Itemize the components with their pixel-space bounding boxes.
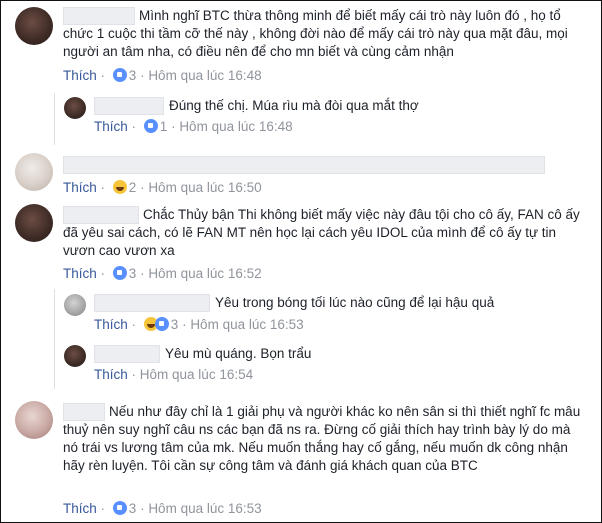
like-button[interactable]: Thích [63,68,97,83]
reply-text: Yêu mù quáng. Bọn trẩu [165,346,312,361]
reply-indent-line [54,289,55,389]
like-button[interactable]: Thích [63,180,97,195]
like-reaction-icon[interactable] [112,266,127,280]
avatar[interactable] [15,153,53,191]
timestamp[interactable]: Hôm qua lúc 16:48 [148,68,261,83]
comment-actions: Thích · Hôm qua lúc 16:54 [94,367,254,382]
comment-actions: Thích · 2 · Hôm qua lúc 16:50 [63,180,262,195]
redacted-username [94,294,210,312]
like-button[interactable]: Thích [94,317,128,332]
avatar[interactable] [15,401,53,439]
like-button[interactable]: Thích [63,501,97,516]
redacted-username [94,345,160,363]
redacted-username [63,156,545,174]
reply-text: Yêu trong bóng tối lúc nào cũng để lại h… [215,295,495,310]
timestamp[interactable]: Hôm qua lúc 16:48 [179,119,292,134]
redacted-username [94,97,164,115]
comment-text: Nếu như đây chỉ là 1 giải phụ và người k… [63,404,581,473]
avatar[interactable] [15,7,53,45]
reaction-count[interactable]: 2 [129,180,137,195]
reaction-count[interactable]: 3 [129,501,137,516]
like-reaction-icon[interactable] [112,501,127,515]
reaction-count[interactable]: 3 [171,317,179,332]
comment-actions: Thích · 3 · Hôm qua lúc 16:52 [63,266,262,281]
timestamp[interactable]: Hôm qua lúc 16:53 [148,501,261,516]
timestamp[interactable]: Hôm qua lúc 16:53 [190,317,303,332]
haha-reaction-icon[interactable] [112,180,127,194]
comment-text: Chắc Thủy bận Thi không biết mấy việc nà… [63,207,580,258]
like-reaction-icon[interactable] [112,68,127,82]
comment-actions: Thích · 3 · Hôm qua lúc 16:53 [63,501,262,516]
like-button[interactable]: Thích [94,119,128,134]
timestamp[interactable]: Hôm qua lúc 16:54 [140,367,253,382]
reaction-count[interactable]: 3 [129,266,137,281]
reply-indent-line [54,93,55,145]
reply-text: Đúng thế chị. Múa rìu mà đòi qua mắt thợ [169,98,419,113]
timestamp[interactable]: Hôm qua lúc 16:52 [148,266,261,281]
avatar[interactable] [64,345,86,367]
avatar[interactable] [64,294,86,316]
like-reaction-icon[interactable] [154,317,169,331]
like-button[interactable]: Thích [63,266,97,281]
comment-actions: Thích · 1 · Hôm qua lúc 16:48 [94,119,293,134]
reaction-count[interactable]: 3 [129,68,137,83]
reaction-count[interactable]: 1 [160,119,168,134]
avatar[interactable] [64,97,86,119]
like-button[interactable]: Thích [94,367,128,382]
comment-section: Mình nghĩ BTC thừa thông minh để biết mấ… [0,0,602,523]
comment-actions: Thích · 3 · Hôm qua lúc 16:53 [94,317,304,332]
avatar[interactable] [15,204,53,242]
like-reaction-icon[interactable] [143,119,158,133]
timestamp[interactable]: Hôm qua lúc 16:50 [148,180,261,195]
comment-actions: Thích · 3 · Hôm qua lúc 16:48 [63,68,262,83]
comment-text: Mình nghĩ BTC thừa thông minh để biết mấ… [63,8,568,59]
